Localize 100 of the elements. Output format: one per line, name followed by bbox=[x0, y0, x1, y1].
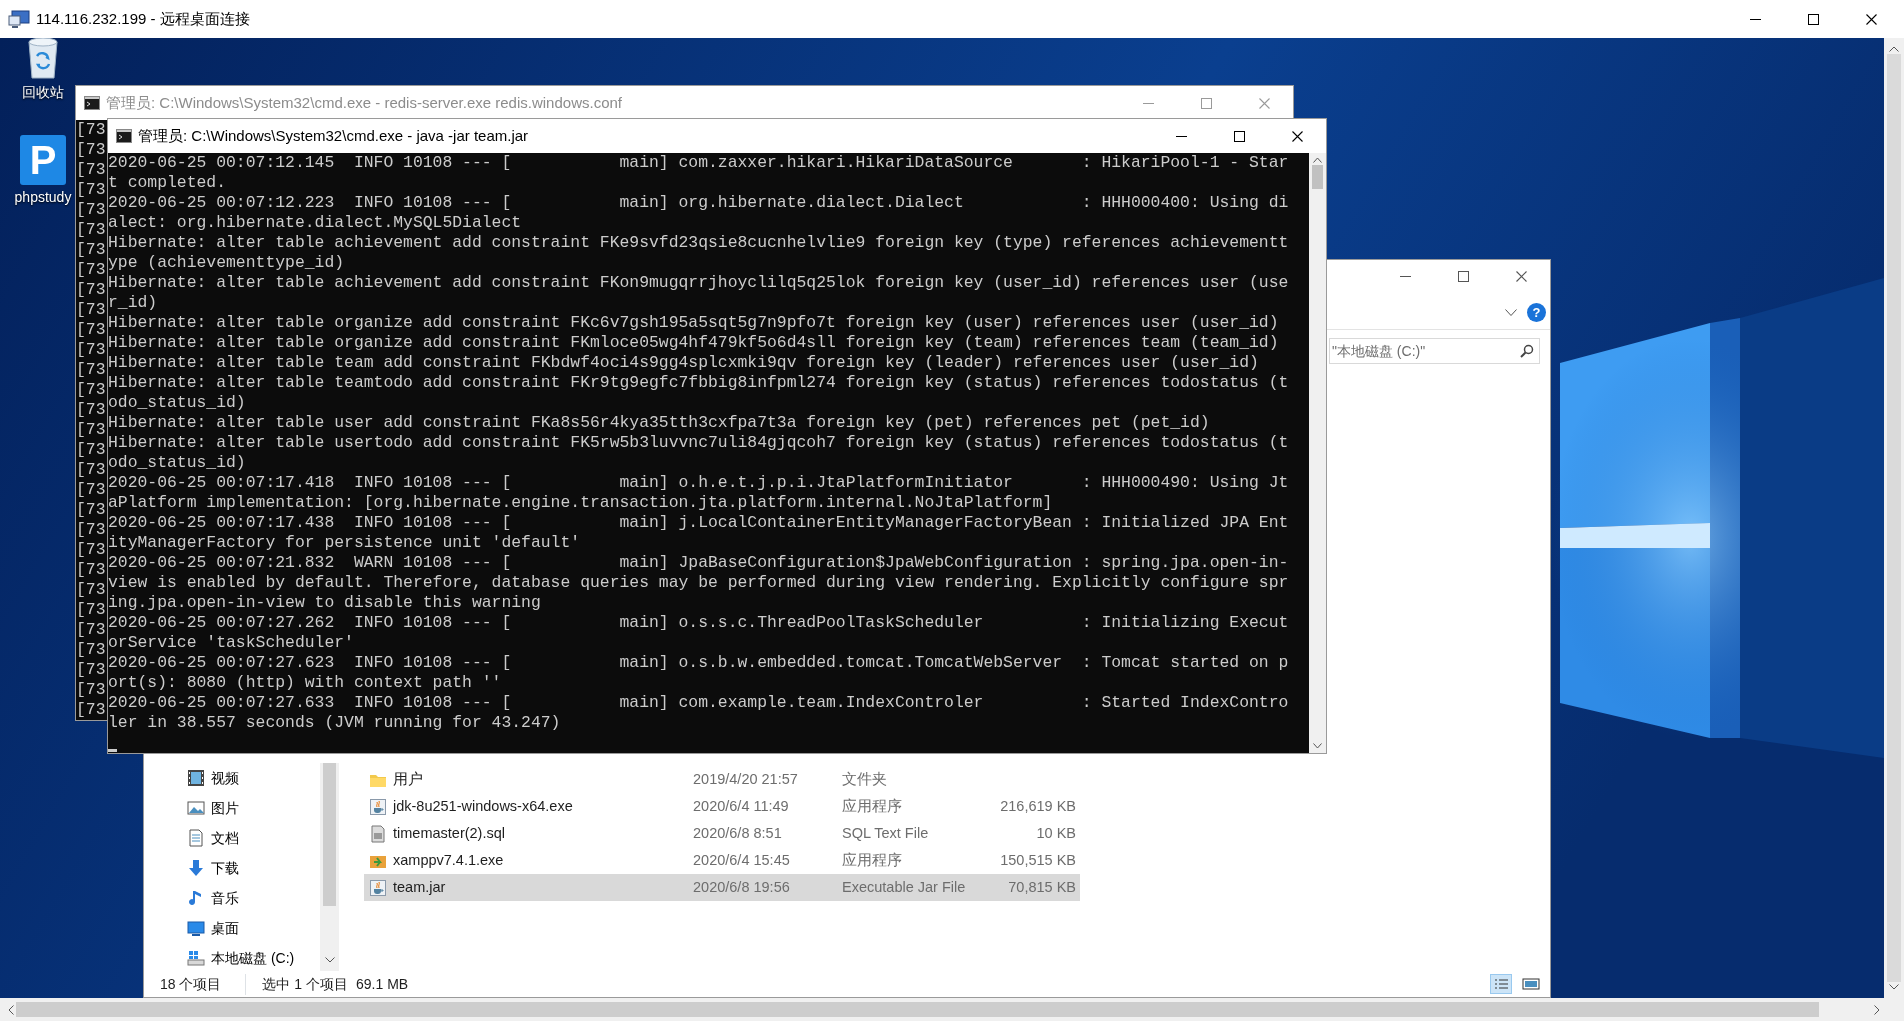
console-line: [73 bbox=[76, 400, 106, 420]
console-line: alect: org.hibernate.dialect.MySQL5Dialect bbox=[108, 213, 522, 233]
down-arrow-icon bbox=[187, 859, 205, 877]
console-line: [73 bbox=[76, 680, 106, 700]
console-line: [73 bbox=[76, 520, 106, 540]
console-line: view is enabled by default. Therefore, database queries may be performed during view rendering. Explicitly configure spr bbox=[108, 573, 1289, 593]
console-line: odo_status_id) bbox=[108, 393, 246, 413]
file-type: 应用程序 bbox=[842, 850, 903, 870]
scrollbar[interactable] bbox=[1884, 38, 1904, 998]
console-line: [73 bbox=[76, 700, 106, 720]
file-type: 应用程序 bbox=[842, 796, 903, 816]
java-file-icon bbox=[369, 797, 387, 816]
file-row[interactable]: 用户 2019/4/20 21:57 文件夹 bbox=[364, 766, 1080, 793]
console-line: 2020-06-25 00:07:27.262 INFO 10108 --- [ main] o.s.s.c.ThreadPoolTaskScheduler : Initializing Execut bbox=[108, 613, 1289, 633]
console-line: [73 bbox=[76, 220, 106, 240]
console-line: ityManagerFactory for persistence unit 'default' bbox=[108, 533, 581, 553]
console-line: ing.jpa.open-in-view to disable this warning bbox=[108, 593, 541, 613]
file-size: 10 KB bbox=[1035, 823, 1077, 843]
file-date: 2020/6/8 19:56 bbox=[693, 877, 791, 897]
console-line: [73 bbox=[76, 240, 106, 260]
console-line: 2020-06-25 00:07:21.832 WARN 10108 --- [ main] JpaBaseConfiguration$JpaWebConfiguration : spring.jpa.open-in- bbox=[108, 553, 1289, 573]
scrollbar[interactable] bbox=[320, 763, 339, 971]
console-line: odo_status_id) bbox=[108, 453, 246, 473]
file-type: Executable Jar File bbox=[842, 877, 967, 897]
console-line: 2020-06-25 00:07:17.438 INFO 10108 --- [ main] j.LocalContainerEntityManagerFactoryBean : Initialized JPA Ent bbox=[108, 513, 1289, 533]
console-icon bbox=[116, 129, 132, 143]
file-name: 用户 bbox=[393, 769, 424, 789]
console-line: [73 bbox=[76, 660, 106, 680]
selection-size: 69.1 MB bbox=[356, 974, 409, 994]
scroll-thumb[interactable] bbox=[1312, 165, 1323, 189]
console-line: [73 bbox=[76, 640, 106, 660]
sidebar-item[interactable]: 文档 bbox=[144, 823, 320, 853]
icon-label: phpstudy bbox=[14, 188, 72, 207]
window-title: 管理员: C:\Windows\System32\cmd.exe - java -jar team.jar bbox=[138, 125, 529, 146]
drive-icon bbox=[187, 949, 205, 967]
file-row[interactable]: timemaster(2).sql 2020/6/8 8:51 SQL Text File 10 KB bbox=[364, 820, 1080, 847]
console-line: [73 bbox=[76, 600, 106, 620]
file-size: 216,619 KB bbox=[999, 796, 1077, 816]
window-title: 管理员: C:\Windows\System32\cmd.exe - redis-server.exe redis.windows.conf bbox=[106, 92, 622, 113]
film-icon bbox=[187, 769, 205, 787]
scrollbar[interactable] bbox=[1309, 153, 1326, 753]
sidebar-item[interactable]: 音乐 bbox=[144, 883, 320, 913]
file-date: 2020/6/4 11:49 bbox=[693, 796, 790, 816]
console-line: [73 bbox=[76, 500, 106, 520]
console-line: [73 bbox=[76, 280, 106, 300]
file-icon bbox=[369, 824, 387, 843]
console-line: [73 bbox=[76, 580, 106, 600]
window-title: 114.116.232.199 - 远程桌面连接 bbox=[36, 8, 250, 29]
sidebar-item[interactable]: 下载 bbox=[144, 853, 320, 883]
file-size: 150,515 KB bbox=[999, 850, 1077, 870]
console-line: [73 bbox=[76, 420, 106, 440]
console-line: Hibernate: alter table user add constraint FKa8s56r4kya35tth3cxfpa7t3a foreign key (pet) references pet (pet_id) bbox=[108, 413, 1210, 433]
console-line: ler in 38.557 seconds (JVM running for 43.247) bbox=[108, 713, 561, 733]
file-row[interactable]: jdk-8u251-windows-x64.exe 2020/6/4 11:49 应用程序 216,619 KB bbox=[364, 793, 1080, 820]
icon-label: 回收站 bbox=[22, 83, 64, 102]
close-icon bbox=[1865, 13, 1877, 25]
console-line: 2020-06-25 00:07:27.623 INFO 10108 --- [ main] o.s.b.w.embedded.tomcat.TomcatWebServer : Tomcat started on p bbox=[108, 653, 1289, 673]
sidebar-item[interactable]: 图片 bbox=[144, 793, 320, 823]
console-line: [73 bbox=[76, 480, 106, 500]
picture-icon bbox=[187, 799, 205, 817]
file-date: 2019/4/20 21:57 bbox=[693, 769, 799, 789]
file-name: xamppv7.4.1.exe bbox=[393, 850, 505, 870]
search-field[interactable]: "本地磁盘 (C:)" bbox=[1329, 338, 1540, 364]
sidebar-item[interactable]: 桌面 bbox=[144, 913, 320, 943]
console-line: ort(s): 8080 (http) with context path '' bbox=[108, 673, 502, 693]
scroll-thumb[interactable] bbox=[323, 763, 336, 906]
scrollbar[interactable] bbox=[0, 998, 1904, 1021]
file-row[interactable]: team.jar 2020/6/8 19:56 Executable Jar File 70,815 KB bbox=[364, 874, 1080, 901]
selection-count: 选中 1 个项目 bbox=[245, 973, 349, 995]
console-line: Hibernate: alter table teamtodo add constraint FKr9tg9egfc7fbbig8infpml274 foreign key (status) references todostatus (t bbox=[108, 373, 1289, 393]
console-line: [73 bbox=[76, 540, 106, 560]
console-line: [73 bbox=[76, 380, 106, 400]
console-line: orService 'taskScheduler' bbox=[108, 633, 354, 653]
console-icon bbox=[84, 96, 100, 110]
sidebar-item[interactable]: 视频 bbox=[144, 763, 320, 793]
help-button[interactable]: ? bbox=[1527, 303, 1546, 322]
console-line: Hibernate: alter table achievement add constraint FKon9mugqrrjhoyclilq5q25lok foreign key (user_id) references user (use bbox=[108, 273, 1289, 293]
file-row[interactable]: xamppv7.4.1.exe 2020/6/4 15:45 应用程序 150,515 KB bbox=[364, 847, 1080, 874]
console-line: aPlatform implementation: [org.hibernate.engine.transaction.jta.platform.internal.NoJtaPlatform] bbox=[108, 493, 1053, 513]
close-icon bbox=[1515, 270, 1527, 282]
maximize-icon bbox=[1200, 97, 1212, 109]
chevron-icon bbox=[1505, 308, 1517, 317]
console-line: [73 bbox=[76, 160, 106, 180]
console-line: [73 bbox=[76, 200, 106, 220]
console-line: [73 bbox=[76, 140, 106, 160]
file-name: timemaster(2).sql bbox=[393, 823, 506, 843]
console-line: [73 bbox=[76, 340, 106, 360]
file-date: 2020/6/8 8:51 bbox=[693, 823, 783, 843]
remote-desktop-icon bbox=[8, 9, 30, 29]
console-line: [73 bbox=[76, 620, 106, 640]
java-file-icon bbox=[369, 878, 387, 897]
console-line: [73 bbox=[76, 440, 106, 460]
console-line: [73 bbox=[76, 560, 106, 580]
sidebar-item[interactable]: 本地磁盘 (C:) bbox=[144, 943, 320, 973]
console-line: 2020-06-25 00:07:12.145 INFO 10108 --- [ main] com.zaxxer.hikari.HikariDataSource : HikariPool-1 - Star bbox=[108, 153, 1289, 173]
file-size: 70,815 KB bbox=[1007, 877, 1077, 897]
console-line: Hibernate: alter table usertodo add constraint FK5rw5b3luvvnc7uli84gjqcoh7 foreign key (status) references todostatus (t bbox=[108, 433, 1289, 453]
console-line: [73 bbox=[76, 260, 106, 280]
console-line: [73 bbox=[76, 180, 106, 200]
scroll-thumb[interactable] bbox=[16, 1002, 1819, 1017]
